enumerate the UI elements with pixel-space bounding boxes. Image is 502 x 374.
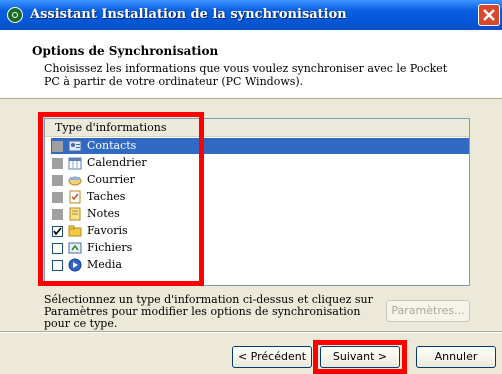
title-bar[interactable]: Assistant Installation de la synchronisa… (0, 0, 502, 30)
wizard-window: Assistant Installation de la synchronisa… (0, 0, 502, 374)
annotation-highlight-list (38, 112, 204, 286)
cancel-button[interactable]: Annuler (416, 346, 496, 368)
wizard-header: Options de Synchronisation Choisissez le… (0, 30, 502, 99)
back-button[interactable]: < Précédent (232, 346, 312, 368)
close-icon (483, 9, 495, 21)
settings-button[interactable]: Paramètres... (386, 300, 470, 322)
annotation-highlight-next (313, 340, 407, 374)
page-description: Choisissez les informations que vous vou… (44, 62, 448, 88)
footer-hint: Sélectionnez un type d'information ci-de… (44, 293, 373, 330)
close-button[interactable] (478, 4, 500, 26)
sync-app-icon (7, 7, 23, 23)
divider (0, 331, 502, 333)
page-title: Options de Synchronisation (32, 44, 219, 58)
window-title: Assistant Installation de la synchronisa… (30, 7, 347, 22)
